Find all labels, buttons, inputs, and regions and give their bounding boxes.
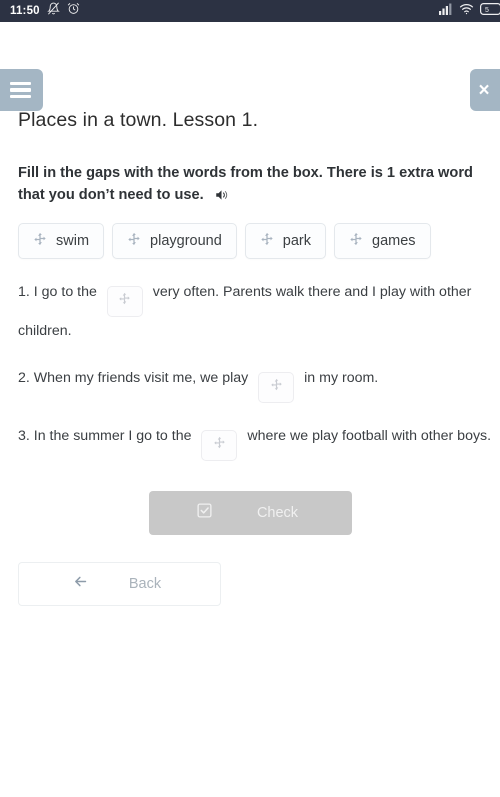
word-chip-park[interactable]: park [244,223,326,260]
move-icon [270,373,283,401]
battery-icon: 5 [480,2,500,20]
back-button-label: Back [128,575,162,592]
word-chip-playground[interactable]: playground [112,223,237,260]
move-icon [118,287,131,315]
question-2: 2. When my friends visit me, we play in … [18,364,496,404]
word-chip-label: playground [150,233,222,250]
check-button[interactable]: Check [148,490,352,535]
question-3: 3. In the summer I go to the where we pl… [18,422,496,461]
question-text-after: in my room. [304,370,379,387]
status-bar-right: 5 [439,2,500,20]
hamburger-menu-icon [10,78,31,101]
lesson-page: Places in a town. Lesson 1. Fill in the … [0,109,500,606]
word-chip-swim[interactable]: swim [18,223,105,260]
question-text-before: 2. When my friends visit me, we play [18,370,249,387]
back-button-container: Back [18,561,482,606]
move-icon [213,431,226,459]
close-icon: × [478,79,490,101]
word-bank: swim playground park games [18,223,482,260]
status-bar: 11:50 5 [0,0,500,22]
word-chip-label: swim [56,233,90,250]
page-title: Places in a town. Lesson 1. [18,109,259,131]
gap-slot-2[interactable] [258,372,295,404]
svg-text:5: 5 [485,7,489,14]
status-time: 11:50 [10,5,40,17]
word-chip-label: park [282,233,311,250]
question-text-before: 3. In the summer I go to the [18,428,192,445]
alarm-clock-icon [67,2,80,20]
question-1: 1. I go to the very often. Parents walk … [18,278,496,345]
gap-slot-3[interactable] [201,429,238,461]
move-icon [260,232,274,250]
instruction-text: Fill in the gaps with the words from the… [18,165,473,204]
close-button[interactable]: × [470,69,500,111]
speaker-icon[interactable] [214,187,229,209]
arrow-left-icon [72,574,89,593]
status-bar-left: 11:50 [10,2,80,20]
task-instruction: Fill in the gaps with the words from the… [18,162,496,209]
back-button[interactable]: Back [18,561,221,606]
gap-slot-1[interactable] [106,286,143,318]
move-icon [33,232,47,250]
bell-muted-icon [46,2,60,20]
move-icon [127,232,141,250]
checkbox-checked-icon [196,502,213,523]
menu-button[interactable] [0,69,43,111]
wifi-icon [459,2,474,20]
header-bar: × [0,22,500,111]
cellular-signal-icon [439,2,453,20]
check-button-label: Check [256,504,299,521]
word-chip-label: games [372,233,416,250]
word-chip-games[interactable]: games [334,223,431,260]
check-button-container: Check [18,490,482,535]
question-text-after: where we play football with other boys. [247,428,492,445]
question-text-before: 1. I go to the [18,284,97,301]
move-icon [349,232,363,250]
